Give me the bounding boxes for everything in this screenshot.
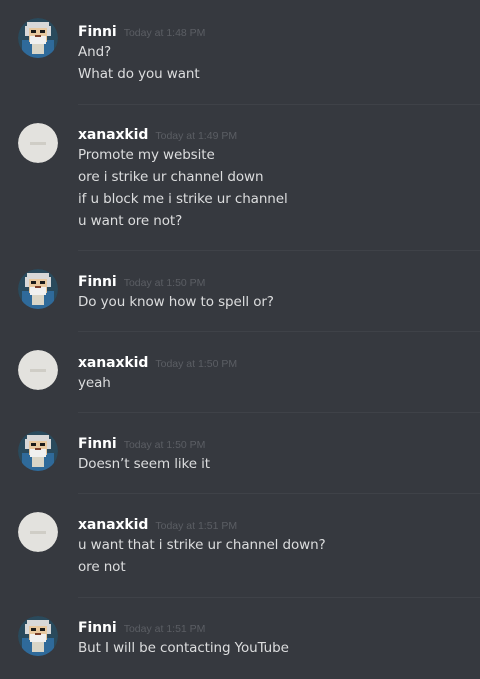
- message-text: u want ore not?: [78, 213, 183, 229]
- username[interactable]: xanaxkid: [78, 355, 148, 371]
- pixel-art-old-man-avatar: [18, 616, 58, 656]
- message-header: xanaxkid Today at 1:50 PM: [78, 352, 237, 372]
- message-text: Promote my website: [78, 147, 215, 163]
- pixel-art-old-man-avatar: [18, 18, 58, 58]
- message-text: But I will be contacting YouTube: [78, 640, 289, 656]
- pixel-art-old-man-avatar: [18, 431, 58, 471]
- message-text: ore not: [78, 559, 126, 575]
- timestamp: Today at 1:50 PM: [123, 277, 206, 289]
- user-avatar-pixel-art[interactable]: [18, 431, 58, 471]
- message-header: Finni Today at 1:51 PM: [78, 617, 205, 637]
- username[interactable]: Finni: [78, 274, 117, 290]
- timestamp: Today at 1:50 PM: [155, 358, 238, 370]
- message-divider: [78, 412, 480, 413]
- username[interactable]: xanaxkid: [78, 517, 148, 533]
- message-text: What do you want: [78, 66, 200, 82]
- message-text: Doesn’t seem like it: [78, 456, 210, 472]
- message-header: Finni Today at 1:50 PM: [78, 271, 205, 291]
- timestamp: Today at 1:51 PM: [155, 520, 238, 532]
- chat-message-list: Finni Today at 1:48 PM And? What do you …: [0, 0, 480, 679]
- user-avatar-pixel-art[interactable]: [18, 616, 58, 656]
- message-text: Do you know how to spell or?: [78, 294, 274, 310]
- message-divider: [78, 250, 480, 251]
- timestamp: Today at 1:50 PM: [123, 439, 206, 451]
- message-divider: [78, 331, 480, 332]
- message-text: u want that i strike ur channel down?: [78, 537, 326, 553]
- message-divider: [78, 597, 480, 598]
- message-header: xanaxkid Today at 1:49 PM: [78, 124, 237, 144]
- username[interactable]: Finni: [78, 24, 117, 40]
- message-text: And?: [78, 44, 112, 60]
- username[interactable]: xanaxkid: [78, 127, 148, 143]
- username[interactable]: Finni: [78, 436, 117, 452]
- user-avatar-default[interactable]: [18, 512, 58, 552]
- default-placeholder-avatar: [18, 350, 58, 390]
- timestamp: Today at 1:49 PM: [155, 130, 238, 142]
- default-placeholder-avatar: [18, 512, 58, 552]
- message-text: yeah: [78, 375, 111, 391]
- message-text: if u block me i strike ur channel: [78, 191, 288, 207]
- message-text: ore i strike ur channel down: [78, 169, 264, 185]
- user-avatar-pixel-art[interactable]: [18, 269, 58, 309]
- timestamp: Today at 1:51 PM: [123, 623, 206, 635]
- message-header: xanaxkid Today at 1:51 PM: [78, 514, 237, 534]
- default-placeholder-avatar: [18, 123, 58, 163]
- user-avatar-default[interactable]: [18, 123, 58, 163]
- timestamp: Today at 1:48 PM: [123, 27, 206, 39]
- message-header: Finni Today at 1:50 PM: [78, 433, 205, 453]
- user-avatar-default[interactable]: [18, 350, 58, 390]
- username[interactable]: Finni: [78, 620, 117, 636]
- user-avatar-pixel-art[interactable]: [18, 18, 58, 58]
- message-header: Finni Today at 1:48 PM: [78, 21, 205, 41]
- message-divider: [78, 493, 480, 494]
- message-divider: [78, 104, 480, 105]
- pixel-art-old-man-avatar: [18, 269, 58, 309]
